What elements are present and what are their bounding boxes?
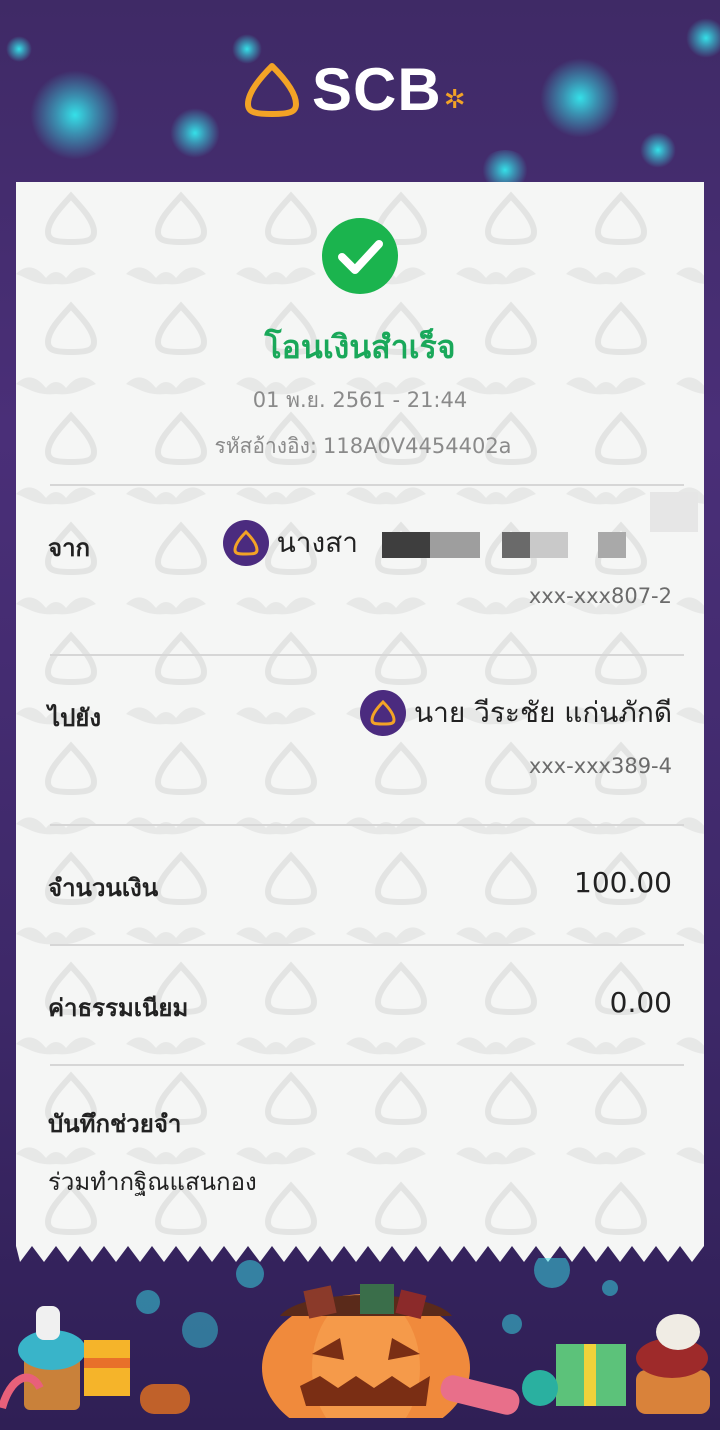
divider (50, 654, 684, 656)
logo-star-icon: ✲ (443, 85, 466, 115)
divider (50, 1064, 684, 1066)
reference-value: 118A0V4454402a (322, 434, 512, 458)
fee-label: ค่าธรรมเนียม (48, 994, 189, 1022)
from-name-row: นางสา (222, 520, 358, 566)
transaction-datetime: 01 พ.ย. 2561 - 21:44 (252, 388, 468, 412)
to-name-row: นาย วีระชัย แก่นภักดี (359, 690, 672, 736)
receipt-card: โอนเงินสำเร็จ 01 พ.ย. 2561 - 21:44 รหัสอ… (16, 182, 704, 1244)
redaction-block (650, 492, 698, 532)
to-label: ไปยัง (48, 704, 102, 732)
to-name: นาย วีระชัย แก่นภักดี (413, 696, 672, 729)
redaction-block (382, 532, 430, 558)
decor-glow (540, 58, 620, 138)
decor-glow (686, 18, 720, 58)
scb-bank-icon (222, 520, 269, 566)
reference-label: รหัสอ้างอิง: (214, 434, 317, 458)
scb-logo: SCB ✲ (244, 60, 465, 120)
divider (50, 824, 684, 826)
amount-label: จำนวนเงิน (48, 874, 159, 902)
success-check-icon (322, 218, 398, 294)
note-value: ร่วมทำกฐิณแสนกอง (48, 1168, 257, 1196)
divider (50, 944, 684, 946)
from-name: นางสา (276, 526, 358, 559)
note-label: บันทึกช่วยจำ (48, 1110, 182, 1138)
redaction-block (430, 532, 480, 558)
status-title: โอนเงินสำเร็จ (264, 328, 456, 366)
reference-number: รหัสอ้างอิง: 118A0V4454402a (16, 430, 704, 463)
to-account: xxx-xxx389-4 (528, 754, 672, 778)
header: SCB ✲ (0, 0, 720, 190)
redaction-block (502, 532, 530, 558)
decor-glow (6, 36, 32, 62)
decor-glow (170, 108, 220, 158)
from-label: จาก (48, 534, 91, 562)
fee-value: 0.00 (609, 986, 672, 1019)
logo-text: SCB (312, 56, 442, 123)
amount-value: 100.00 (574, 866, 672, 899)
from-account: xxx-xxx807-2 (528, 584, 672, 608)
halloween-decoration (0, 1258, 720, 1430)
scb-bank-icon (359, 690, 406, 736)
decor-glow (640, 132, 676, 168)
scb-emblem-icon (245, 63, 299, 117)
redaction-block (530, 532, 568, 558)
decor-glow (30, 70, 120, 160)
redaction-block (598, 532, 626, 558)
divider (50, 484, 684, 486)
